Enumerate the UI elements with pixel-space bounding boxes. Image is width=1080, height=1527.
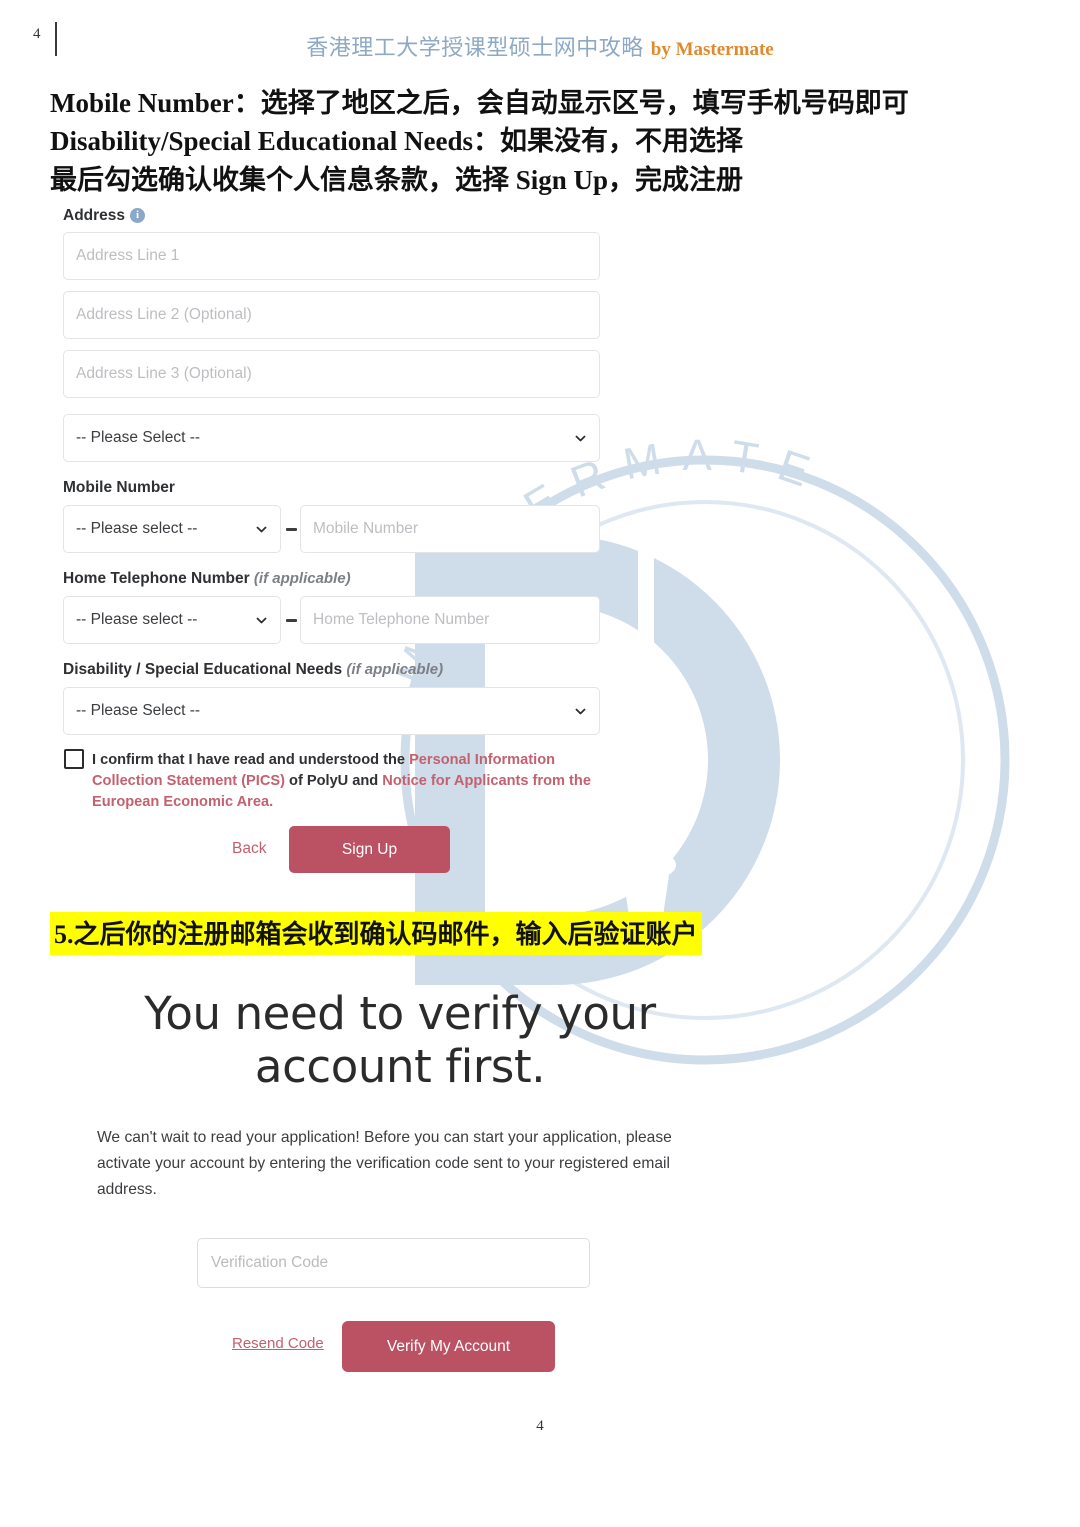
home-telephone-placeholder: Home Telephone Number — [313, 611, 490, 628]
header-title-en: by Mastermate — [650, 39, 774, 60]
signup-form-screenshot: Address i Address Line 1 Address Line 2 (… — [0, 196, 1080, 896]
verify-page-paragraph: We can't wait to read your application! … — [97, 1129, 672, 1198]
document-page: MASTERMATE 4 香港理工大学授课型硕士网中攻略by Mastermat… — [0, 0, 1080, 1527]
home-telephone-label: Home Telephone Number (if applicable) — [63, 570, 351, 588]
info-icon[interactable]: i — [130, 208, 146, 223]
home-telephone-code-value: -- Please select -- — [76, 611, 198, 628]
country-select-value: -- Please Select -- — [76, 429, 201, 446]
document-header-title: 香港理工大学授课型硕士网中攻略 by Mastermate — [0, 30, 1080, 62]
verify-my-account-button[interactable]: Verify My Account — [342, 1321, 555, 1372]
mobile-number-label: Mobile Number — [63, 479, 175, 496]
disability-select[interactable]: -- Please Select -- — [63, 687, 600, 735]
chevron-down-icon — [575, 708, 586, 714]
country-select[interactable]: -- Please Select -- — [63, 414, 600, 462]
disability-label: Disability / Special Educational Needs (… — [63, 661, 443, 679]
home-telephone-dash-separator — [286, 619, 297, 622]
sign-up-button[interactable]: Sign Up — [289, 826, 450, 873]
home-telephone-label-text: Home Telephone Number — [63, 570, 250, 587]
footer-page-number: 4 — [536, 1418, 544, 1434]
address-line-2-input[interactable]: Address Line 2 (Optional) — [63, 291, 600, 339]
chevron-down-icon — [256, 617, 267, 623]
header-title-cn: 香港理工大学授课型硕士网中攻略 — [306, 35, 644, 60]
mobile-country-code-select[interactable]: -- Please select -- — [63, 505, 281, 553]
address-line-3-input[interactable]: Address Line 3 (Optional) — [63, 350, 600, 398]
home-telephone-input[interactable]: Home Telephone Number — [300, 596, 600, 644]
home-telephone-code-select[interactable]: -- Please select -- — [63, 596, 281, 644]
mobile-country-code-value: -- Please select -- — [76, 520, 198, 537]
intro-line-3: 最后勾选确认收集个人信息条款，选择 Sign Up，完成注册 — [50, 164, 744, 195]
disability-label-text: Disability / Special Educational Needs — [63, 661, 343, 678]
disability-label-note: (if applicable) — [346, 661, 444, 678]
intro-line-1: Mobile Number：选择了地区之后，会自动显示区号，填写手机号码即可 — [50, 88, 909, 118]
resend-code-link[interactable]: Resend Code — [232, 1335, 324, 1352]
pics-consent-checkbox[interactable] — [64, 749, 84, 769]
verification-code-placeholder: Verification Code — [211, 1254, 329, 1271]
back-button[interactable]: Back — [232, 840, 266, 858]
address-line-3-placeholder: Address Line 3 (Optional) — [76, 365, 252, 382]
address-label: Address i — [63, 207, 146, 225]
chevron-down-icon — [256, 526, 267, 532]
intro-instructions: Mobile Number：选择了地区之后，会自动显示区号，填写手机号码即可 D… — [50, 84, 1040, 199]
chevron-down-icon — [575, 435, 586, 441]
highlighted-step-5-text: 5.之后你的注册邮箱会收到确认码邮件，输入后验证账户 — [50, 912, 702, 955]
mobile-dash-separator — [286, 528, 297, 531]
address-line-2-placeholder: Address Line 2 (Optional) — [76, 306, 252, 323]
mobile-number-input[interactable]: Mobile Number — [300, 505, 600, 553]
mobile-number-placeholder: Mobile Number — [313, 520, 419, 537]
address-line-1-placeholder: Address Line 1 — [76, 247, 180, 264]
address-label-text: Address — [63, 207, 126, 224]
home-telephone-label-note: (if applicable) — [253, 570, 351, 587]
intro-line-2: Disability/Special Educational Needs：如果没… — [50, 126, 744, 157]
disability-select-value: -- Please Select -- — [76, 702, 201, 719]
verification-code-input[interactable]: Verification Code — [197, 1238, 590, 1288]
address-line-1-input[interactable]: Address Line 1 — [63, 232, 600, 280]
verify-page-title: You need to verify your account first. — [144, 987, 656, 1093]
